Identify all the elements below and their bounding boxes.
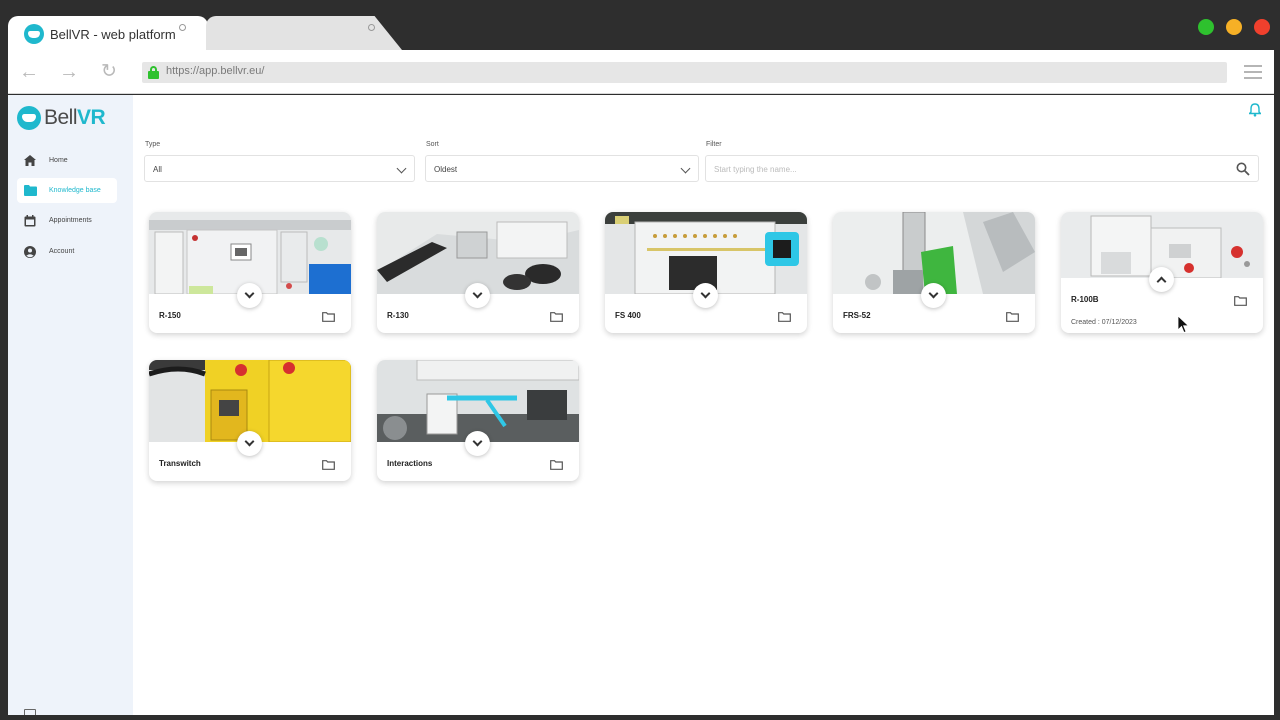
sidebar-item-appointments[interactable]: Appointments [17,208,117,233]
tab-close-icon[interactable] [179,24,186,31]
sidebar-item-label: Home [49,157,68,164]
card-title: Transwitch [159,459,201,468]
knowledge-card-transwitch[interactable]: Transwitch [149,360,351,481]
sort-label: Sort [426,141,439,148]
folder-icon[interactable] [322,457,335,470]
app-viewport: Bell VR Home Knowledge base Appointments … [8,95,1274,715]
calendar-icon [23,214,37,228]
card-title: R-130 [387,311,409,320]
card-thumbnail [149,360,351,442]
sort-select-value: Oldest [434,165,458,174]
browser-menu-icon[interactable] [1244,65,1262,79]
chevron-down-icon [244,436,255,447]
sidebar-item-account[interactable]: Account [17,239,117,264]
expand-card-button[interactable] [465,431,490,456]
knowledge-card-interactions[interactable]: Interactions [377,360,579,481]
card-thumbnail [149,212,351,294]
back-arrow-icon[interactable]: ← [18,62,40,82]
chevron-down-icon [472,288,483,299]
card-title: FS 400 [615,311,641,320]
card-title: R-100B [1071,295,1099,304]
card-title: Interactions [387,459,433,468]
chevron-down-icon [472,436,483,447]
bellvr-favicon-icon [24,24,44,44]
chevron-down-icon [680,163,691,174]
knowledge-card-frs52[interactable]: FRS-52 [833,212,1035,333]
url-text: https://app.bellvr.eu/ [166,65,265,77]
window-minimize-button[interactable] [1226,19,1242,35]
bellvr-logo[interactable]: Bell VR [17,105,106,131]
knowledge-card-r100b[interactable]: R-100B Created : 07/12/2023 [1061,212,1263,333]
notification-bell-icon[interactable] [1247,103,1263,117]
expand-card-button[interactable] [237,431,262,456]
mouse-cursor-icon [1177,315,1190,334]
card-thumbnail [605,212,807,294]
card-title: FRS-52 [843,311,871,320]
expand-card-button[interactable] [921,283,946,308]
knowledge-card-r150[interactable]: R-150 [149,212,351,333]
folder-icon[interactable] [1234,293,1247,306]
chevron-up-icon [1156,276,1167,287]
knowledge-card-fs400[interactable]: FS 400 [605,212,807,333]
collapse-sidebar-icon[interactable] [24,709,36,715]
browser-tab-active[interactable]: BellVR - web platform [8,16,208,50]
folder-icon[interactable] [550,457,563,470]
bellvr-logo-icon [17,106,41,130]
browser-toolbar: ← → ↻ https://app.bellvr.eu/ [8,50,1274,94]
chevron-down-icon [928,288,939,299]
sidebar-item-label: Appointments [49,217,92,224]
lock-icon [148,66,159,79]
filter-placeholder: Start typing the name... [714,165,797,174]
type-label: Type [145,141,161,148]
logo-text-bell: Bell [44,106,78,129]
expand-card-button[interactable] [693,283,718,308]
sort-select[interactable]: Oldest [425,155,699,182]
card-title: R-150 [159,311,181,320]
reload-icon[interactable]: ↻ [98,62,120,82]
account-icon [23,245,37,259]
chevron-down-icon [700,288,711,299]
filter-label: Filter [706,141,722,148]
folder-icon[interactable] [550,309,563,322]
card-created-date: Created : 07/12/2023 [1071,319,1137,326]
tab-close-icon[interactable] [368,24,375,31]
browser-tab-inactive[interactable] [206,16,402,50]
type-select-value: All [153,165,162,174]
window-maximize-button[interactable] [1198,19,1214,35]
chevron-down-icon [244,288,255,299]
address-bar[interactable]: https://app.bellvr.eu/ [142,62,1227,83]
sidebar-item-knowledge-base[interactable]: Knowledge base [17,178,117,203]
sidebar-item-label: Account [49,248,75,255]
folder-icon [23,184,37,198]
logo-text-vr: VR [77,106,106,129]
type-select[interactable]: All [144,155,415,182]
card-thumbnail [833,212,1035,294]
card-thumbnail [377,360,579,442]
home-icon [23,154,37,168]
folder-icon[interactable] [778,309,791,322]
window-close-button[interactable] [1254,19,1270,35]
forward-arrow-icon[interactable]: → [58,62,80,82]
expand-card-button[interactable] [465,283,490,308]
tab-title: BellVR - web platform [50,27,176,42]
search-icon[interactable] [1236,162,1250,176]
sidebar-item-label: Knowledge base [49,187,101,194]
sidebar-item-home[interactable]: Home [17,148,117,173]
expand-card-button[interactable] [237,283,262,308]
folder-icon[interactable] [1006,309,1019,322]
collapse-card-button[interactable] [1149,267,1174,292]
filter-search-input[interactable]: Start typing the name... [705,155,1259,182]
knowledge-card-r130[interactable]: R-130 [377,212,579,333]
chevron-down-icon [396,163,407,174]
sidebar: Bell VR Home Knowledge base Appointments … [8,95,133,715]
folder-icon[interactable] [322,309,335,322]
card-thumbnail [377,212,579,294]
